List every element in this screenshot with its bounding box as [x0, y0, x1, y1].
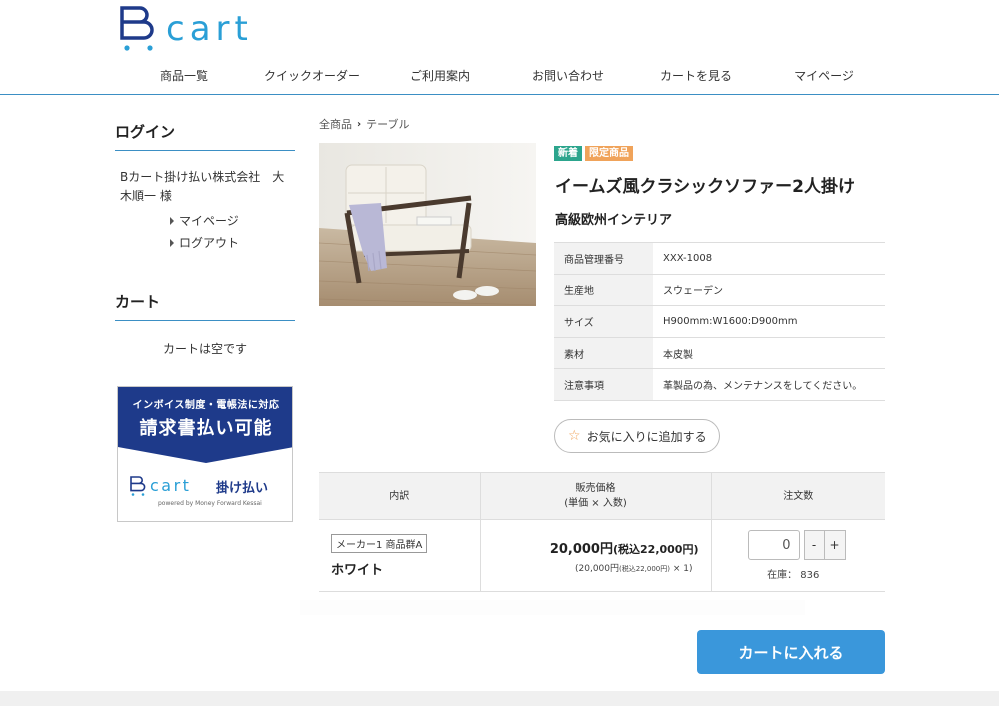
spec-key: 商品管理番号	[554, 242, 653, 275]
spec-row: 生産地 スウェーデン	[554, 273, 885, 307]
variant-tag: メーカー1 商品群A	[331, 533, 428, 553]
header-price-sub: (単価 × 入数)	[564, 498, 627, 509]
unit-price-value: (20,000円	[575, 563, 620, 574]
nav-item-contact[interactable]: お問い合わせ	[504, 66, 632, 86]
price-tax: (税込22,000円)	[612, 542, 699, 556]
order-row: メーカー1 商品群A ホワイト 20,000円(税込22,000円) (20,0…	[319, 519, 886, 592]
badge-limited: 限定商品	[585, 146, 633, 161]
main-nav: 商品一覧 クイックオーダー ご利用案内 お問い合わせ カートを見る マイページ	[120, 66, 888, 86]
spec-key: 素材	[554, 336, 653, 370]
order-header-row: 内訳 販売価格 (単価 × 入数) 注文数	[319, 472, 885, 520]
svg-text:cart: cart	[150, 476, 191, 495]
login-section-title: ログイン	[115, 121, 295, 151]
quantity-cell: - + 在庫： 836	[711, 519, 886, 592]
sidebar-link-mypage[interactable]: マイページ	[170, 212, 239, 229]
breadcrumb-item-all[interactable]: 全商品	[319, 116, 352, 132]
price-value: 20,000円	[549, 541, 613, 557]
spec-row: サイズ H900mm:W1600:D900mm	[554, 305, 885, 338]
unit-price-tax: (税込22,000円)	[619, 564, 670, 573]
star-icon: ☆	[568, 428, 581, 444]
cart-empty-message: カートは空です	[162, 342, 247, 356]
triangle-right-icon	[170, 239, 174, 247]
spec-row: 商品管理番号 XXX-1008	[554, 242, 885, 275]
price-cell: 20,000円(税込22,000円) (20,000円(税込22,000円) ×…	[479, 519, 712, 592]
add-to-favorites-label: お気に入りに追加する	[586, 429, 707, 444]
spec-key: サイズ	[554, 305, 653, 338]
bcart-logo-icon: cart	[120, 6, 253, 51]
product-badges: 新着 限定商品	[554, 146, 633, 161]
variant-cell: メーカー1 商品群A ホワイト	[319, 519, 480, 592]
cart-section-title: カート	[115, 291, 295, 321]
banner-line1: インボイス制度・電帳法に対応	[132, 400, 280, 411]
sidebar-link-label: マイページ	[179, 214, 239, 228]
quantity-input[interactable]	[747, 530, 800, 560]
product-maker: 高級欧州インテリア	[555, 213, 673, 228]
site-logo[interactable]: cart	[120, 4, 280, 54]
sofa-photo	[319, 143, 536, 306]
triangle-right-icon	[170, 217, 174, 225]
header-price: 販売価格 (単価 × 入数)	[479, 472, 712, 520]
quantity-stepper: - +	[747, 530, 886, 560]
badge-new: 新着	[554, 146, 582, 161]
spec-key: 生産地	[554, 273, 653, 307]
bcart-logo-icon: cart	[130, 476, 191, 496]
header-quantity: 注文数	[711, 472, 885, 520]
site-header: cart 商品一覧 クイックオーダー ご利用案内 お問い合わせ カートを見る マ…	[0, 0, 999, 95]
sidebar-link-label: ログアウト	[179, 236, 240, 250]
chevron-right-icon: ›	[357, 118, 362, 130]
footer	[0, 691, 999, 706]
spec-value: XXX-1008	[653, 242, 885, 275]
divider-shadow	[300, 600, 805, 615]
spec-key: 注意事項	[554, 368, 653, 401]
decrement-button[interactable]: -	[803, 530, 825, 560]
svg-text:cart: cart	[166, 9, 253, 49]
breadcrumb: 全商品 › テーブル	[319, 116, 409, 132]
unit-price: (20,000円(税込22,000円) × 1)	[481, 561, 711, 574]
spec-row: 注意事項 革製品の為、メンテナンスをしてください。	[554, 368, 885, 401]
header-price-label: 販売価格	[575, 483, 616, 494]
add-to-cart-button[interactable]: カートに入れる	[697, 630, 885, 674]
nav-item-mypage[interactable]: マイページ	[760, 66, 888, 86]
stock-count: 在庫： 836	[767, 570, 820, 581]
invoice-payment-banner[interactable]: インボイス制度・電帳法に対応 請求書払い可能 cart 掛け払い powered…	[117, 386, 293, 522]
sidebar-link-logout[interactable]: ログアウト	[170, 234, 239, 251]
nav-item-view-cart[interactable]: カートを見る	[632, 66, 760, 86]
banner-line2: 請求書払い可能	[139, 418, 273, 439]
spec-row: 素材 本皮製	[554, 336, 885, 370]
spec-value: H900mm:W1600:D900mm	[653, 305, 885, 338]
spec-value: 革製品の為、メンテナンスをしてください。	[653, 368, 885, 401]
banner-logo: cart 掛け払い	[130, 475, 268, 497]
add-to-favorites-button[interactable]: ☆ お気に入りに追加する	[554, 419, 720, 453]
order-table: 内訳 販売価格 (単価 × 入数) 注文数 メーカー1 商品群A ホワイト 20…	[319, 472, 885, 592]
increment-button[interactable]: +	[824, 530, 846, 560]
product-spec-table: 商品管理番号 XXX-1008 生産地 スウェーデン サイズ H900mm:W1…	[554, 242, 885, 401]
nav-item-quick-order[interactable]: クイックオーダー	[248, 66, 376, 86]
header-breakdown: 内訳	[319, 472, 480, 520]
banner-powered-by: powered by Money Forward Kessai	[158, 500, 262, 507]
spec-value: 本皮製	[653, 336, 885, 370]
banner-arrow	[118, 447, 292, 463]
logged-in-user: Bカート掛け払い株式会社 大木順一 様	[120, 170, 285, 203]
banner-kakebarai: 掛け払い	[216, 480, 269, 496]
nav-item-products[interactable]: 商品一覧	[120, 66, 248, 86]
breadcrumb-item-table[interactable]: テーブル	[366, 116, 409, 132]
nav-item-guide[interactable]: ご利用案内	[376, 66, 504, 86]
unit-qty: × 1)	[672, 563, 693, 574]
product-image[interactable]	[319, 143, 536, 306]
price-main: 20,000円(税込22,000円)	[481, 538, 711, 557]
product-title: イームズ風クラシックソファー2人掛け	[555, 177, 855, 197]
variant-name: ホワイト	[331, 562, 384, 578]
spec-value: スウェーデン	[653, 273, 885, 307]
banner-header: インボイス制度・電帳法に対応 請求書払い可能	[118, 387, 292, 447]
